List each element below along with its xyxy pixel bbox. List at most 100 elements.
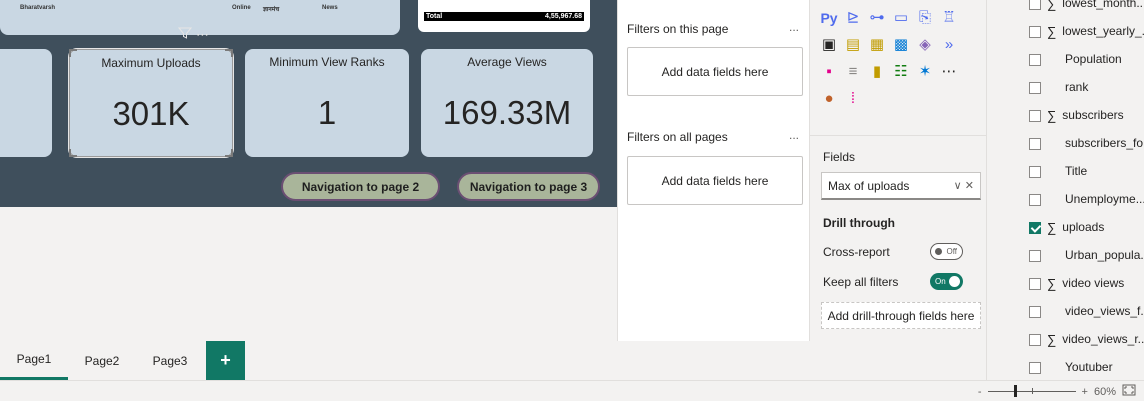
- more-visuals-icon[interactable]: ⋯: [940, 63, 958, 81]
- field-item[interactable]: ∑ subscribers: [1047, 105, 1144, 125]
- qna-icon[interactable]: ▭: [892, 9, 910, 27]
- zoom-slider-thumb[interactable]: [1013, 385, 1017, 397]
- kpi-card-min-view-ranks[interactable]: Minimum View Ranks 1: [245, 49, 409, 157]
- power-automate-icon[interactable]: ▩: [892, 36, 910, 54]
- field-item[interactable]: Title: [1065, 161, 1144, 181]
- card-value: 1: [317, 94, 337, 131]
- field-name: Urban_popula...: [1065, 248, 1144, 262]
- data-fields-pane: ∑ lowest_month... ∑ lowest_yearly_... Popula…: [987, 0, 1144, 380]
- keep-all-filters-toggle[interactable]: On: [930, 273, 963, 290]
- field-checkbox[interactable]: [1029, 54, 1041, 66]
- field-item[interactable]: Unemployme...: [1065, 189, 1144, 209]
- canvas-blank-area: [0, 207, 617, 346]
- paginated-report-icon[interactable]: ▣: [820, 36, 838, 54]
- field-name: lowest_yearly_...: [1062, 24, 1144, 38]
- add-page-button[interactable]: +: [206, 341, 245, 380]
- field-item[interactable]: Urban_popula...: [1065, 245, 1144, 265]
- decomposition-tree-icon[interactable]: ⊶: [868, 9, 886, 27]
- dots-visual-icon[interactable]: ⁞: [844, 90, 862, 108]
- filter-icon[interactable]: [177, 26, 193, 43]
- diamond-visual-icon[interactable]: ◈: [916, 36, 934, 54]
- tab-page2[interactable]: Page2: [68, 341, 136, 380]
- field-item[interactable]: ∑ lowest_yearly_...: [1047, 21, 1144, 41]
- all-pages-filters-dropzone[interactable]: Add data fields here: [627, 156, 803, 205]
- sigma-icon: ∑: [1047, 23, 1057, 39]
- field-checkbox[interactable]: [1029, 194, 1041, 206]
- card-title: Average Views: [467, 55, 547, 69]
- cross-report-toggle[interactable]: Off: [930, 243, 963, 260]
- field-item[interactable]: ∑ uploads: [1047, 217, 1144, 237]
- field-item[interactable]: ∑ video views: [1047, 273, 1144, 293]
- page-filters-dropzone[interactable]: Add data fields here: [627, 47, 803, 96]
- field-name: video views: [1062, 276, 1125, 290]
- visualizations-pane: Py ⊵ ⊶ ▭ ⎘ ♖ ▣ ▤ ▦ ▩ ◈ » ▪ ≡ ▮ ☷ ✶ ⋯ ● ⁞…: [810, 0, 987, 380]
- field-checkbox[interactable]: [1029, 250, 1041, 262]
- zoom-out-button[interactable]: -: [978, 386, 982, 398]
- field-checkbox[interactable]: [1029, 362, 1041, 374]
- field-checkbox[interactable]: [1029, 82, 1041, 94]
- zoom-slider[interactable]: [987, 385, 1076, 397]
- table-total-row: Total 4,55,967.68: [424, 12, 584, 21]
- metrics-icon[interactable]: ▤: [844, 36, 862, 54]
- goals-icon[interactable]: ♖: [940, 9, 958, 27]
- field-name: subscribers_fo...: [1065, 136, 1144, 150]
- field-checkbox[interactable]: [1029, 278, 1041, 290]
- resize-handle[interactable]: [69, 49, 77, 57]
- list-visual-icon[interactable]: ≡: [844, 63, 862, 81]
- drill-through-dropzone[interactable]: Add drill-through fields here: [821, 302, 981, 329]
- kpi-card-average-views[interactable]: Average Views 169.33M: [421, 49, 593, 157]
- field-item[interactable]: ∑ video_views_r...: [1047, 329, 1144, 349]
- bar-visual-icon[interactable]: ▮: [868, 63, 886, 81]
- field-name: video_views_r...: [1062, 332, 1144, 346]
- field-item[interactable]: video_views_f...: [1065, 301, 1144, 321]
- kpi-card-partial[interactable]: [0, 49, 52, 157]
- pin-visual-icon[interactable]: ✶: [916, 63, 934, 81]
- field-item[interactable]: ∑ lowest_month...: [1047, 0, 1144, 13]
- top-table-visual[interactable]: Total 4,55,967.68: [418, 0, 590, 32]
- tab-page3[interactable]: Page3: [136, 341, 204, 380]
- field-checkbox[interactable]: [1029, 26, 1041, 38]
- field-name: Unemployme...: [1065, 192, 1144, 206]
- resize-handle[interactable]: [225, 49, 233, 57]
- field-item[interactable]: Population: [1065, 49, 1144, 69]
- chart-label: Online: [232, 5, 251, 11]
- narrative-icon[interactable]: ⎘: [916, 9, 934, 27]
- slicer-visual-icon[interactable]: ☷: [892, 63, 910, 81]
- grid-visual-icon[interactable]: ▪: [820, 63, 838, 81]
- field-checkbox[interactable]: [1029, 0, 1041, 10]
- more-options-icon[interactable]: ...: [789, 20, 799, 34]
- resize-handle[interactable]: [225, 149, 233, 157]
- filters-on-all-pages-heading: Filters on all pages: [627, 130, 728, 144]
- python-visual-icon[interactable]: Py: [820, 9, 838, 27]
- powerbi-window: Bharatvarsh Online ज्ञानमंच News Total 4…: [0, 0, 1144, 401]
- key-influencers-icon[interactable]: ⊵: [844, 9, 862, 27]
- custom-visual-icon[interactable]: ●: [820, 90, 838, 108]
- report-canvas[interactable]: Bharatvarsh Online ज्ञानमंच News Total 4…: [0, 0, 617, 346]
- field-checkbox[interactable]: [1029, 166, 1041, 178]
- tab-page1[interactable]: Page1: [0, 341, 68, 380]
- field-item[interactable]: rank: [1065, 77, 1144, 97]
- field-item[interactable]: Youtuber: [1065, 357, 1144, 377]
- more-options-icon[interactable]: ...: [789, 128, 799, 142]
- zoom-level[interactable]: 60%: [1094, 386, 1116, 398]
- chart-label: Bharatvarsh: [20, 5, 56, 11]
- kpi-card-max-uploads[interactable]: Maximum Uploads 301K: [68, 48, 234, 158]
- nav-page2-button[interactable]: Navigation to page 2: [281, 172, 440, 201]
- zoom-in-button[interactable]: +: [1082, 386, 1088, 398]
- field-checkbox[interactable]: [1029, 110, 1041, 122]
- chevron-visual-icon[interactable]: »: [940, 36, 958, 54]
- nav-page3-button[interactable]: Navigation to page 3: [457, 172, 600, 201]
- field-checkbox[interactable]: [1029, 334, 1041, 346]
- field-checkbox[interactable]: [1029, 138, 1041, 150]
- power-apps-icon[interactable]: ▦: [868, 36, 886, 54]
- fit-to-page-icon[interactable]: [1122, 384, 1136, 399]
- field-checkbox[interactable]: [1029, 222, 1041, 234]
- fields-well-item[interactable]: Max of uploads ∨ ✕: [821, 172, 981, 200]
- chevron-down-close-icon[interactable]: ∨ ✕: [954, 179, 974, 192]
- more-options-icon[interactable]: ⋯: [196, 27, 209, 43]
- field-checkbox[interactable]: [1029, 306, 1041, 318]
- field-item[interactable]: subscribers_fo...: [1065, 133, 1144, 153]
- divider: [810, 135, 986, 136]
- resize-handle[interactable]: [69, 149, 77, 157]
- report-page: Bharatvarsh Online ज्ञानमंच News Total 4…: [0, 0, 617, 207]
